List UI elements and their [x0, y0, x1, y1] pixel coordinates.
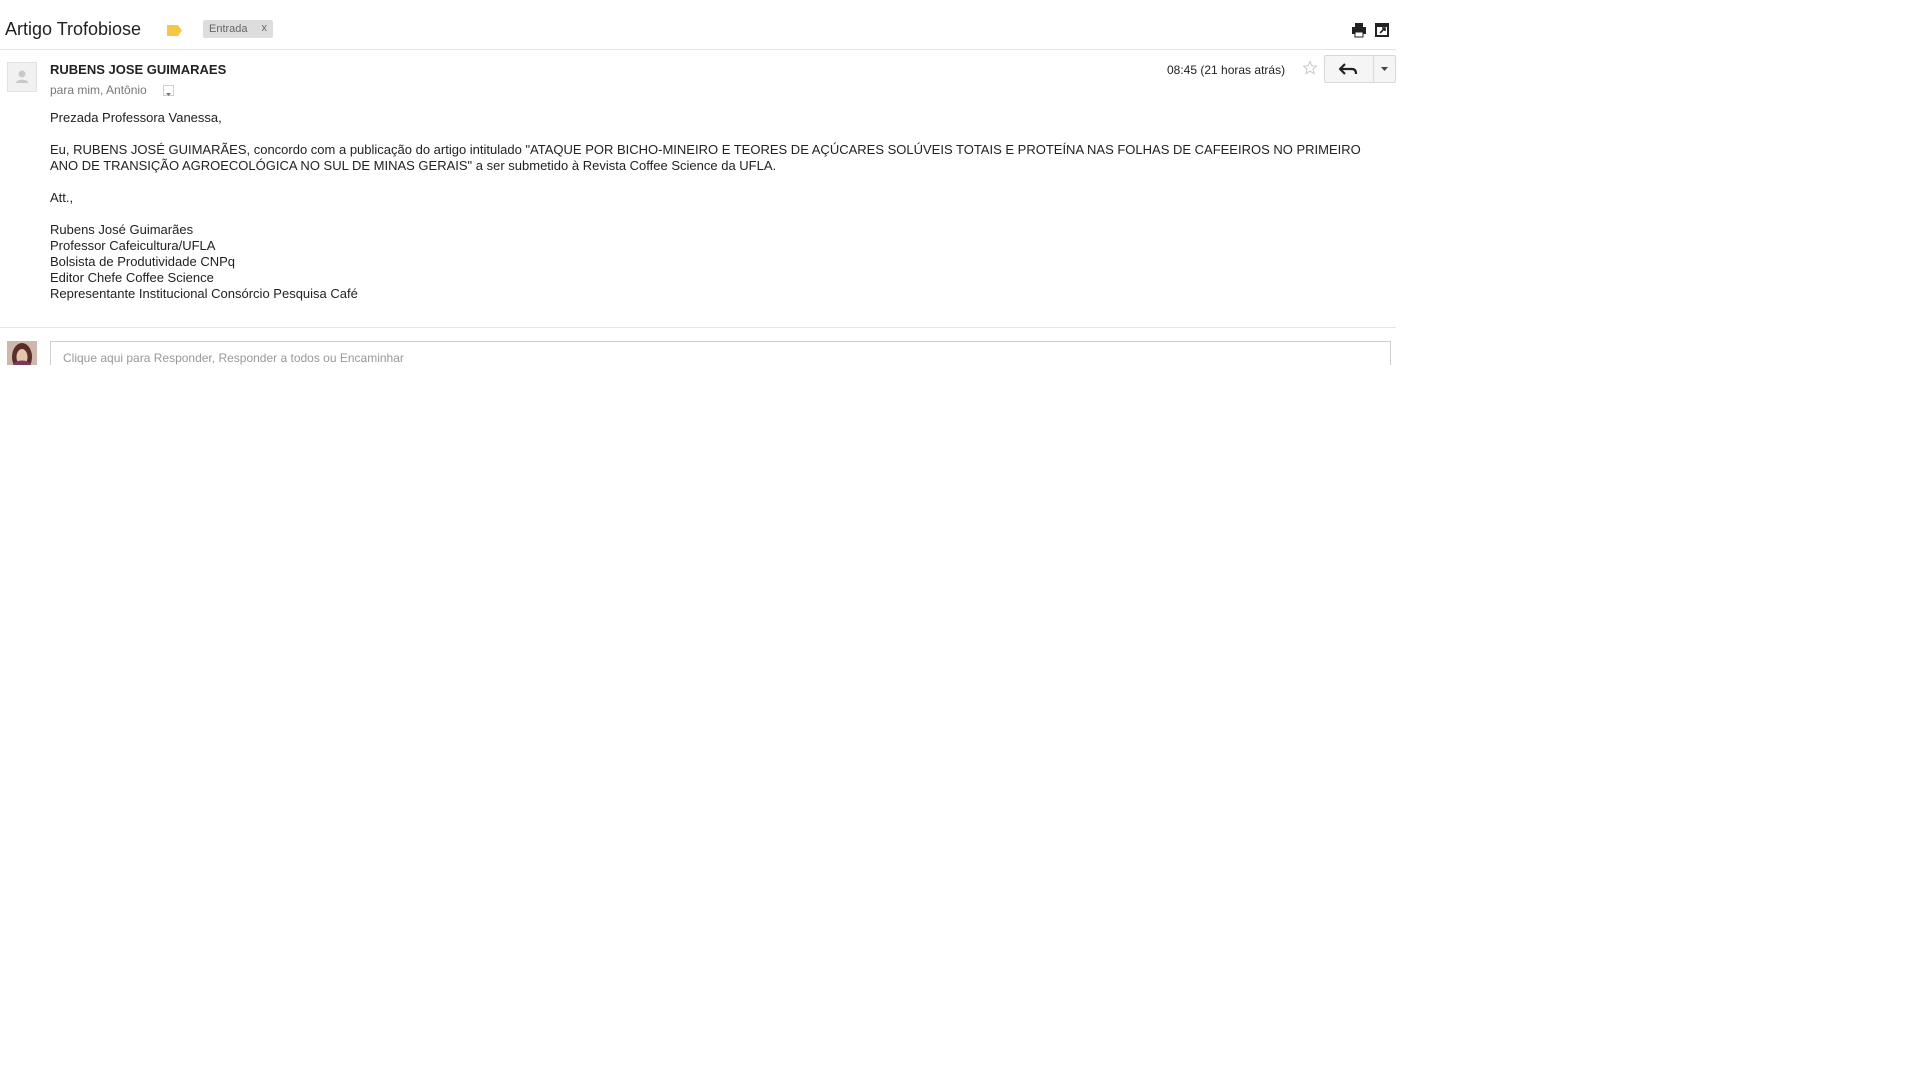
- label-icon[interactable]: [167, 25, 182, 36]
- remove-label-button[interactable]: x: [262, 22, 268, 34]
- blank-area: [0, 365, 1920, 1080]
- reply-icon: [1338, 63, 1358, 75]
- divider: [0, 327, 1396, 328]
- recipients-details-dropdown[interactable]: [163, 85, 174, 96]
- chevron-down-icon: [1381, 67, 1388, 71]
- label-chip-text: Entrada: [209, 23, 248, 35]
- signature-line: Representante Institucional Consórcio Pe…: [50, 286, 358, 301]
- new-window-icon[interactable]: [1374, 22, 1390, 38]
- body-closing: Att.,: [50, 190, 74, 205]
- subject-bar: Artigo Trofobiose Entrada x: [0, 0, 1396, 50]
- body-greeting: Prezada Professora Vanessa,: [50, 110, 222, 125]
- reply-placeholder: Clique aqui para Responder, Responder a …: [63, 351, 404, 365]
- signature-line: Rubens José Guimarães: [50, 222, 194, 237]
- sender-name[interactable]: RUBENS JOSE GUIMARAES: [50, 62, 226, 77]
- body-paragraph: Eu, RUBENS JOSÉ GUIMARÃES, concordo com …: [50, 142, 1361, 173]
- signature-line: Editor Chefe Coffee Science: [50, 270, 214, 285]
- profile-photo: [7, 341, 37, 365]
- message-time: 08:45 (21 horas atrás): [1167, 63, 1286, 77]
- person-icon: [16, 70, 28, 83]
- more-actions-button[interactable]: [1373, 55, 1396, 83]
- recipients: para mim, Antônio: [50, 83, 147, 97]
- signature-line: Bolsista de Produtividade CNPq: [50, 254, 235, 269]
- chevron-down-icon: [166, 93, 171, 96]
- sender-avatar: [7, 62, 37, 92]
- reply-button[interactable]: [1324, 55, 1374, 83]
- label-chip-inbox: Entrada x: [203, 20, 273, 38]
- email-view: Artigo Trofobiose Entrada x RUBENS JOSE …: [0, 0, 1396, 369]
- email-subject: Artigo Trofobiose: [5, 19, 142, 39]
- signature-line: Professor Cafeicultura/UFLA: [50, 238, 216, 253]
- star-icon[interactable]: [1302, 60, 1318, 76]
- print-icon[interactable]: [1351, 22, 1367, 38]
- user-avatar: [7, 341, 37, 365]
